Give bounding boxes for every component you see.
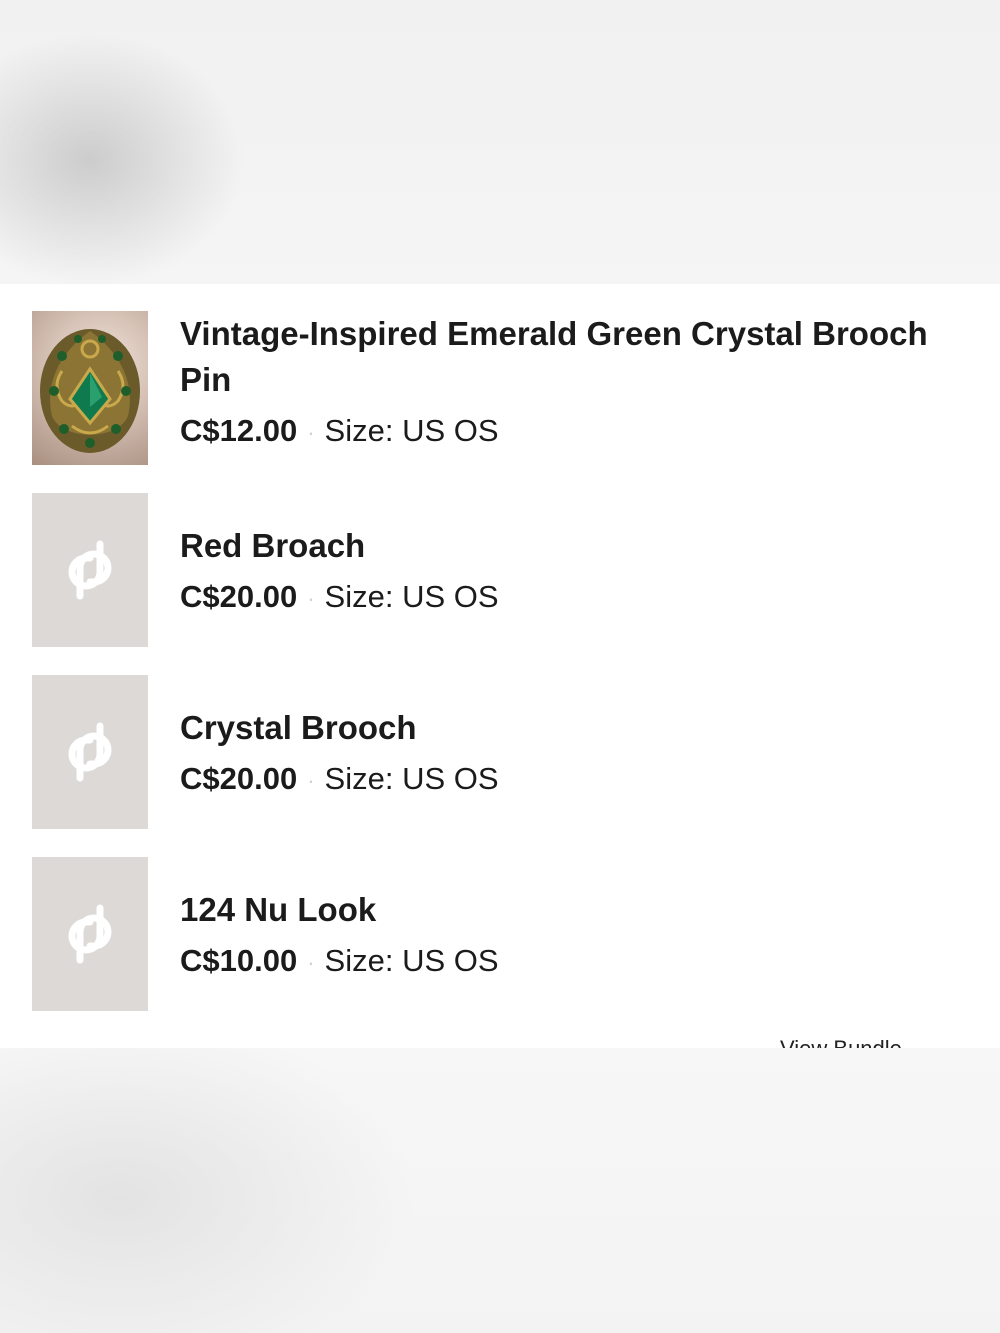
poshmark-logo-icon bbox=[68, 904, 112, 964]
listing-price: C$10.00 bbox=[180, 943, 298, 978]
separator-dot: · bbox=[307, 949, 315, 975]
listing-meta: C$10.00 · Size: US OS bbox=[180, 941, 980, 983]
listing-size: Size: US OS bbox=[324, 413, 499, 448]
listing-meta: C$20.00 · Size: US OS bbox=[180, 577, 980, 619]
listing-meta: C$12.00 · Size: US OS bbox=[180, 411, 980, 453]
separator-dot: · bbox=[307, 419, 315, 445]
listing-price: C$20.00 bbox=[180, 761, 298, 796]
listing-thumbnail[interactable] bbox=[32, 493, 148, 647]
listing-size: Size: US OS bbox=[324, 579, 499, 614]
listing-price: C$12.00 bbox=[180, 413, 298, 448]
listing-info: Red Broach C$20.00 · Size: US OS bbox=[180, 523, 980, 619]
listing-title[interactable]: Vintage-Inspired Emerald Green Crystal B… bbox=[180, 311, 980, 403]
listing-title[interactable]: Red Broach bbox=[180, 523, 980, 569]
emerald-brooch-photo bbox=[40, 329, 140, 453]
listing-thumbnail[interactable] bbox=[32, 857, 148, 1011]
listing-size: Size: US OS bbox=[324, 943, 499, 978]
listing-info: Vintage-Inspired Emerald Green Crystal B… bbox=[180, 311, 980, 453]
blurred-background-bottom bbox=[0, 1048, 1000, 1333]
separator-dot: · bbox=[307, 585, 315, 611]
poshmark-logo-icon bbox=[68, 540, 112, 600]
separator-dot: · bbox=[307, 767, 315, 793]
listing-title[interactable]: 124 Nu Look bbox=[180, 887, 980, 933]
listing-info: 124 Nu Look C$10.00 · Size: US OS bbox=[180, 887, 980, 983]
listing-price: C$20.00 bbox=[180, 579, 298, 614]
listing-thumbnail[interactable] bbox=[32, 675, 148, 829]
listing-list-card: Vintage-Inspired Emerald Green Crystal B… bbox=[0, 284, 1000, 1048]
blurred-background-top bbox=[0, 0, 1000, 284]
listing-meta: C$20.00 · Size: US OS bbox=[180, 759, 980, 801]
listing-size: Size: US OS bbox=[324, 761, 499, 796]
listing-info: Crystal Brooch C$20.00 · Size: US OS bbox=[180, 705, 980, 801]
listing-title[interactable]: Crystal Brooch bbox=[180, 705, 980, 751]
listing-thumbnail[interactable] bbox=[32, 311, 148, 465]
poshmark-logo-icon bbox=[68, 722, 112, 782]
